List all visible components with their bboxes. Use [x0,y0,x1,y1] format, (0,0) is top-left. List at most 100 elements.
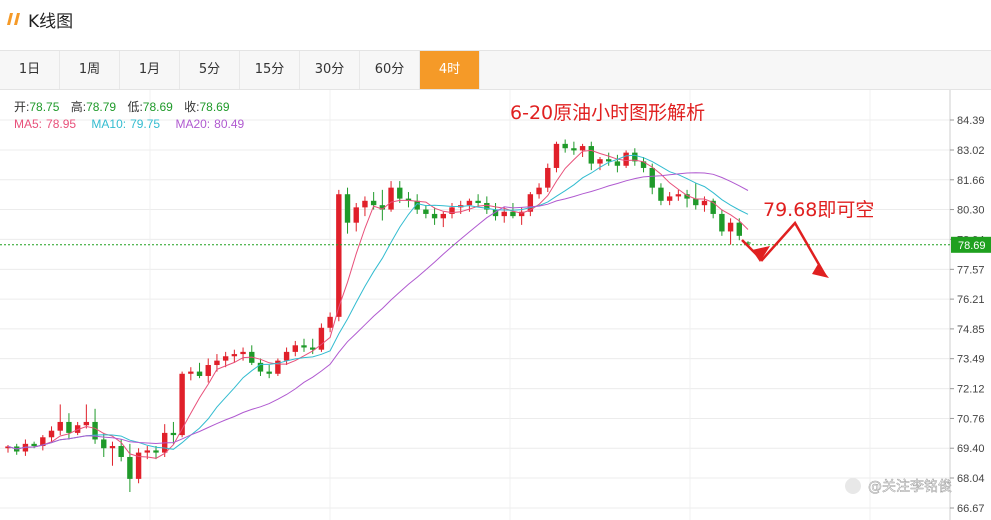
tab-1-day[interactable]: 1日 [0,51,60,89]
tab-1-month[interactable]: 1月 [120,51,180,89]
open-label: 开: [14,100,29,114]
candle [5,444,11,453]
candle-body [196,371,203,376]
candle [640,157,647,173]
candle [571,141,577,155]
candle-body [588,146,594,164]
candlestick-chart[interactable]: 84.3983.0281.6680.3078.9477.5776.2174.85… [0,90,991,520]
watermark-label: 关注李铭俊 [882,479,952,495]
tab-1-week[interactable]: 1周 [60,51,120,89]
candle [57,404,63,436]
header: K线图 [0,0,991,40]
y-tick-label: 84.39 [957,115,985,127]
candle-body [31,443,37,447]
candle [588,141,594,171]
candle [283,347,290,366]
candle [719,209,725,236]
watermark: @关注李铭俊 [845,478,952,495]
candle [344,187,351,234]
ma20-label: MA20: [175,117,210,131]
candle [675,189,682,201]
candle-body [623,152,629,166]
candle-body [440,213,446,219]
candle [83,404,90,429]
candle-body [370,200,377,206]
candle-body [423,209,429,214]
close-value: 78.69 [200,100,230,114]
at-sign-icon: @ [868,479,882,495]
y-tick-label: 70.76 [957,413,985,425]
ma10-line [7,154,749,450]
candle-body [510,211,516,217]
close-label: 收: [184,100,199,114]
candle-body [83,421,90,426]
brand-logo-icon [7,13,20,25]
candle-body [153,450,159,453]
candle [553,141,560,173]
candle-body [666,196,673,201]
candle [388,181,394,212]
candle-body [301,345,307,348]
candle [614,154,621,173]
signal-annotation: 79.68即可空 [763,199,874,221]
candle-body [675,194,682,197]
candle-body [571,148,577,151]
candle-body [231,354,238,357]
candle [196,362,203,379]
ma5-value: 78.95 [46,117,76,131]
candle-body [222,356,229,361]
candle-body [327,316,333,328]
candle-body [57,421,63,431]
tab-60-min[interactable]: 60分 [360,51,420,89]
candle [379,189,386,221]
ohlc-readout: 开:78.75 高:78.79 低:78.69 收:78.69 [14,99,230,114]
candle-body [658,187,664,201]
candle [109,441,116,466]
candle [66,413,72,440]
candle-body [344,194,351,223]
candle [135,448,142,484]
period-tabs: 1日 1周 1月 5分 15分 30分 60分 4时 [0,50,991,90]
low-label: 低: [127,100,142,114]
candle [353,202,359,232]
open-value: 78.75 [29,100,59,114]
wechat-icon [845,478,861,494]
candle [92,408,98,444]
candle-body [214,360,220,366]
tab-30-min[interactable]: 30分 [300,51,360,89]
price-axis: 84.3983.0281.6680.3078.9477.5776.2174.85… [950,115,985,515]
candle-body [431,213,438,219]
candle-body [719,213,725,232]
tab-5-min[interactable]: 5分 [180,51,240,89]
candle-body [466,200,473,206]
candle-body [597,159,603,164]
candle [275,358,281,376]
candle-body [336,194,342,317]
candle-body [614,161,621,166]
tab-15-min[interactable]: 15分 [240,51,300,89]
candle-body [693,198,699,206]
low-value: 78.69 [143,100,173,114]
tab-4-hour[interactable]: 4时 [420,51,480,89]
y-tick-label: 66.67 [957,503,985,515]
candle [405,192,412,208]
candle-body [388,187,394,210]
candle-body [240,351,246,355]
candle [423,205,429,219]
candle [536,183,542,199]
y-tick-label: 68.04 [957,473,985,485]
y-tick-label: 69.40 [957,443,985,455]
candle-body [649,167,655,188]
candle-body [562,143,568,149]
y-tick-label: 72.12 [957,384,985,396]
candle-body [109,446,116,449]
candle [693,183,699,210]
candle [266,365,272,379]
candle-body [205,365,211,376]
candle [257,358,264,376]
candle [48,426,55,442]
candle [179,371,185,438]
candle-body [188,371,194,374]
candle-body [536,187,542,195]
candle-body [397,187,403,199]
